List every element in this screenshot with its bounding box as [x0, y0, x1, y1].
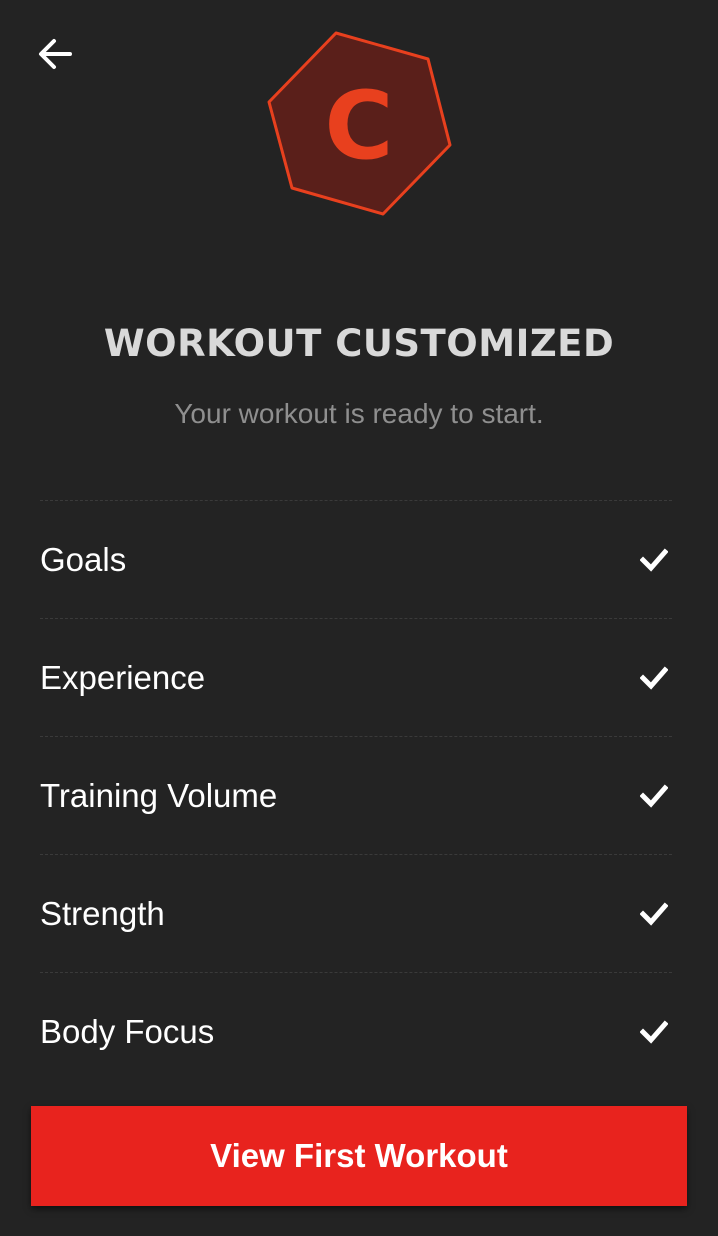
list-item-label: Experience [40, 658, 206, 696]
back-button[interactable] [30, 28, 82, 80]
checkmark-icon [640, 1018, 668, 1046]
arrow-left-icon [39, 39, 72, 69]
list-item-label: Training Volume [40, 776, 278, 814]
page-subtitle: Your workout is ready to start. [174, 398, 544, 429]
list-item-label: Body Focus [40, 1012, 215, 1050]
list-item: Strength [40, 855, 672, 972]
app-logo: C [262, 28, 456, 222]
list-item: Goals [40, 501, 672, 618]
list-item: Experience [40, 619, 672, 736]
checkmark-icon [640, 782, 668, 810]
list-item: Body Focus [40, 973, 672, 1090]
page-title: WORKOUT CUSTOMIZED [103, 322, 615, 365]
logo-letter: C [325, 72, 394, 181]
list-item: Training Volume [40, 737, 672, 854]
customization-checklist: Goals Experience Training Volume Strengt… [40, 500, 672, 1090]
checkmark-icon [640, 664, 668, 692]
checkmark-icon [640, 546, 668, 574]
view-first-workout-button[interactable]: View First Workout [31, 1106, 687, 1206]
list-item-label: Goals [40, 540, 127, 578]
checkmark-icon [640, 900, 668, 928]
list-item-label: Strength [40, 894, 165, 932]
